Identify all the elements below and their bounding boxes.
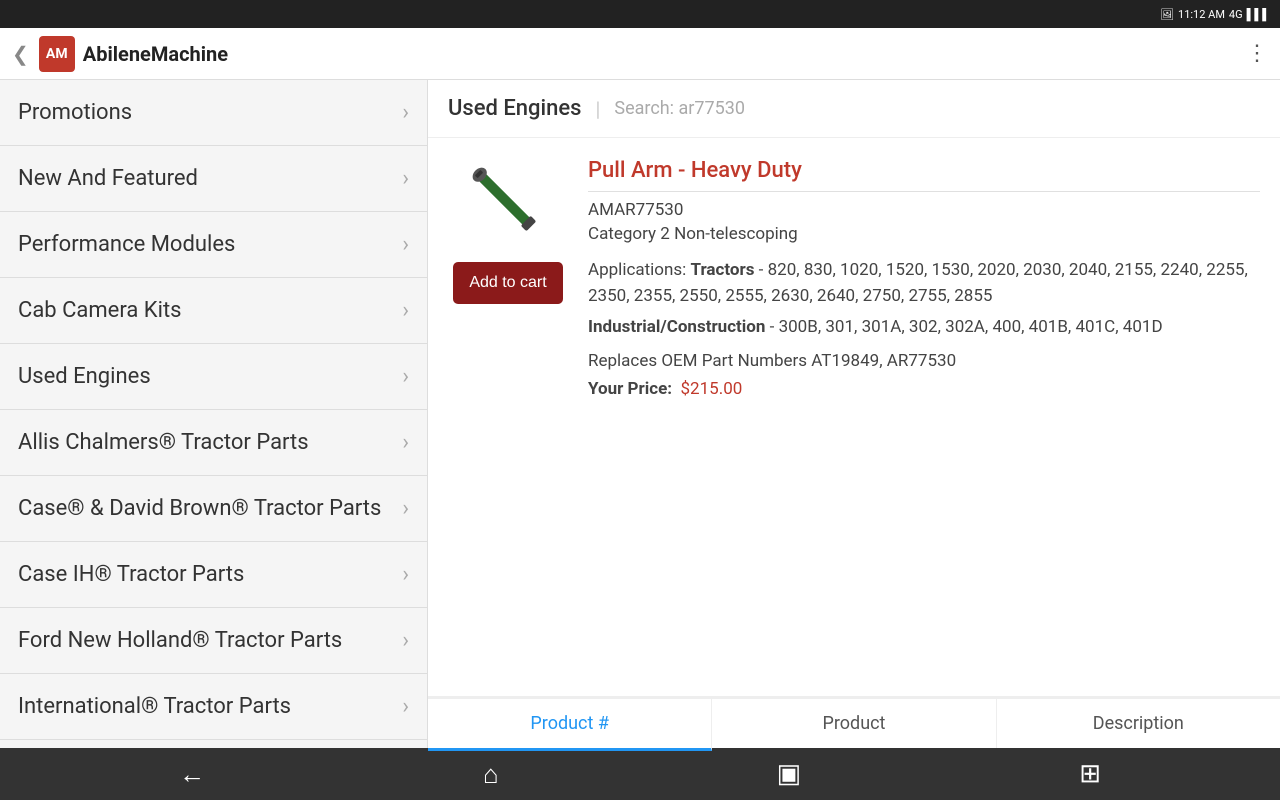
- tractors-label: Tractors: [690, 260, 754, 280]
- tab-product[interactable]: Product: [712, 699, 996, 748]
- chevron-right-icon: ›: [402, 562, 409, 587]
- product-applications: Applications: Tractors - 820, 830, 1020,…: [588, 258, 1260, 309]
- sidebar-item-used-engines[interactable]: Used Engines ›: [0, 344, 427, 410]
- nav-recent-button[interactable]: ▣: [777, 759, 802, 789]
- app-logo: AM AbileneMachine: [39, 36, 228, 72]
- sidebar-item-international[interactable]: International® Tractor Parts ›: [0, 674, 427, 740]
- content-area: Used Engines | Search: ar77530: [428, 80, 1280, 748]
- sidebar: Promotions › New And Featured › Performa…: [0, 80, 428, 748]
- tab-description[interactable]: Description: [997, 699, 1280, 748]
- price-value: $215.00: [681, 379, 743, 399]
- bottom-tabs: Product #ProductDescription: [428, 696, 1280, 748]
- applications-label: Applications:: [588, 260, 686, 280]
- tab-product-num[interactable]: Product #: [428, 699, 712, 751]
- industrial-label: Industrial/Construction: [588, 317, 765, 337]
- product-category: Category 2 Non-telescoping: [588, 224, 1260, 244]
- sidebar-item-john-deere[interactable]: John Deere® Tractor Parts ›: [0, 740, 427, 748]
- nav-back-button[interactable]: ←: [179, 759, 205, 790]
- sidebar-item-label: Allis Chalmers® Tractor Parts: [18, 430, 309, 455]
- sidebar-item-label: Cab Camera Kits: [18, 298, 182, 323]
- sidebar-item-new-and-featured[interactable]: New And Featured ›: [0, 146, 427, 212]
- sidebar-item-label: Promotions: [18, 100, 132, 125]
- chevron-right-icon: ›: [402, 496, 409, 521]
- search-query-display: Search: ar77530: [614, 98, 745, 119]
- product-industrial: Industrial/Construction - 300B, 301, 301…: [588, 317, 1260, 337]
- photo-icon: 🖼: [1160, 8, 1174, 21]
- sidebar-item-label: Performance Modules: [18, 232, 235, 257]
- signal-icon: ▌▌▌: [1247, 8, 1270, 21]
- sidebar-item-label: New And Featured: [18, 166, 198, 191]
- sidebar-item-allis-chalmers[interactable]: Allis Chalmers® Tractor Parts ›: [0, 410, 427, 476]
- app-bar: ❮ AM AbileneMachine ⋮: [0, 28, 1280, 80]
- chevron-right-icon: ›: [402, 430, 409, 455]
- product-image: [463, 158, 553, 248]
- sidebar-item-label: Case® & David Brown® Tractor Parts: [18, 496, 381, 521]
- content-header: Used Engines | Search: ar77530: [428, 80, 1280, 138]
- app-bar-left: ❮ AM AbileneMachine: [12, 36, 228, 72]
- product-info: Pull Arm - Heavy Duty AMAR77530 Category…: [588, 158, 1260, 676]
- chevron-right-icon: ›: [402, 364, 409, 389]
- chevron-right-icon: ›: [402, 166, 409, 191]
- back-chevron-icon[interactable]: ❮: [12, 42, 29, 66]
- main-container: Promotions › New And Featured › Performa…: [0, 80, 1280, 748]
- chevron-right-icon: ›: [402, 298, 409, 323]
- sidebar-item-label: Used Engines: [18, 364, 151, 389]
- chevron-right-icon: ›: [402, 628, 409, 653]
- chevron-right-icon: ›: [402, 100, 409, 125]
- sidebar-item-label: Ford New Holland® Tractor Parts: [18, 628, 342, 653]
- sidebar-item-performance-modules[interactable]: Performance Modules ›: [0, 212, 427, 278]
- product-replaces: Replaces OEM Part Numbers AT19849, AR775…: [588, 351, 1260, 371]
- sidebar-item-promotions[interactable]: Promotions ›: [0, 80, 427, 146]
- product-detail: Add to cart Pull Arm - Heavy Duty AMAR77…: [428, 138, 1280, 696]
- header-divider: |: [595, 97, 600, 121]
- sidebar-item-case-ih[interactable]: Case IH® Tractor Parts ›: [0, 542, 427, 608]
- status-bar: 🖼 11:12 AM 4G ▌▌▌: [0, 0, 1280, 28]
- product-price: Your Price: $215.00: [588, 379, 1260, 399]
- sidebar-item-case-david-brown[interactable]: Case® & David Brown® Tractor Parts ›: [0, 476, 427, 542]
- chevron-right-icon: ›: [402, 232, 409, 257]
- product-sku: AMAR77530: [588, 200, 1260, 220]
- sidebar-item-label: International® Tractor Parts: [18, 694, 291, 719]
- time-display: 11:12 AM: [1178, 8, 1225, 21]
- sidebar-item-ford-new-holland[interactable]: Ford New Holland® Tractor Parts ›: [0, 608, 427, 674]
- status-icons: 🖼 11:12 AM 4G ▌▌▌: [1160, 8, 1270, 21]
- industrial-list: 300B, 301, 301A, 302, 302A, 400, 401B, 4…: [779, 317, 1163, 337]
- content-section-title: Used Engines: [448, 96, 581, 121]
- add-to-cart-button[interactable]: Add to cart: [453, 262, 562, 304]
- nav-bar: ← ⌂ ▣ ⊞: [0, 748, 1280, 800]
- nav-qr-button[interactable]: ⊞: [1079, 759, 1101, 789]
- tractors-list: 820, 830, 1020, 1520, 1530, 2020, 2030, …: [588, 260, 1248, 306]
- logo-icon: AM: [39, 36, 75, 72]
- your-price-label: Your Price:: [588, 379, 672, 399]
- network-indicator: 4G: [1229, 8, 1243, 21]
- chevron-right-icon: ›: [402, 694, 409, 719]
- overflow-menu-icon[interactable]: ⋮: [1246, 41, 1268, 66]
- product-title: Pull Arm - Heavy Duty: [588, 158, 1260, 192]
- app-title: AbileneMachine: [83, 42, 228, 66]
- sidebar-item-cab-camera-kits[interactable]: Cab Camera Kits ›: [0, 278, 427, 344]
- product-image-column: Add to cart: [448, 158, 568, 676]
- nav-home-button[interactable]: ⌂: [483, 759, 499, 790]
- sidebar-item-label: Case IH® Tractor Parts: [18, 562, 244, 587]
